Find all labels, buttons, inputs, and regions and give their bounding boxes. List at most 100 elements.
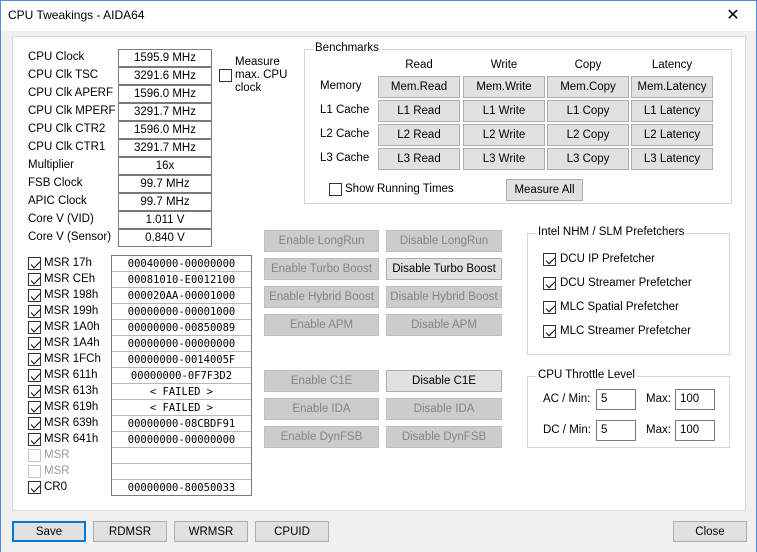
prefetcher-checkbox[interactable]: [543, 253, 556, 266]
feature-enable-button[interactable]: Enable LongRun: [264, 230, 379, 252]
cpu-info-label: CPU Clk APERF: [28, 87, 113, 99]
prefetcher-checkbox[interactable]: [543, 301, 556, 314]
feature-disable-button[interactable]: Disable LongRun: [386, 230, 502, 252]
cpu-info-value: 99.7 MHz: [118, 193, 212, 211]
feature-enable-button[interactable]: Enable C1E: [264, 370, 379, 392]
main-panel: CPU Clock 1595.9 MHz CPU Clk TSC 3291.6 MHz…: [12, 36, 746, 511]
prefetchers-title: Intel NHM / SLM Prefetchers: [536, 226, 687, 238]
msr-checkbox[interactable]: [28, 369, 41, 382]
title-bar[interactable]: CPU Tweakings - AIDA64 ✕: [1, 1, 756, 31]
msr-checkbox[interactable]: [28, 305, 41, 318]
measure-max-label-1: Measure: [235, 56, 280, 68]
cpu-info-value: 3291.6 MHz: [118, 67, 212, 85]
benchmark-button[interactable]: L1 Copy: [547, 100, 629, 122]
ac-min-input[interactable]: 5: [596, 389, 636, 410]
msr-checkbox: [28, 449, 41, 462]
prefetcher-checkbox[interactable]: [543, 277, 556, 290]
benchmark-button[interactable]: L2 Latency: [631, 124, 713, 146]
benchmark-button[interactable]: L2 Write: [463, 124, 545, 146]
feature-enable-button[interactable]: Enable APM: [264, 314, 379, 336]
benchmark-button[interactable]: L2 Copy: [547, 124, 629, 146]
msr-checkbox[interactable]: [28, 321, 41, 334]
save-button[interactable]: Save: [12, 521, 86, 542]
feature-enable-button[interactable]: Enable Turbo Boost: [264, 258, 379, 280]
benchmark-button[interactable]: Mem.Write: [463, 76, 545, 98]
cpuid-button[interactable]: CPUID: [255, 521, 329, 542]
benchmark-column-header: Read: [405, 59, 433, 71]
benchmark-button[interactable]: L1 Read: [378, 100, 460, 122]
benchmark-button[interactable]: L1 Write: [463, 100, 545, 122]
msr-checkbox[interactable]: [28, 417, 41, 430]
msr-label: MSR CEh: [44, 273, 96, 285]
feature-enable-button[interactable]: Enable DynFSB: [264, 426, 379, 448]
cpu-info-label: Multiplier: [28, 159, 75, 171]
measure-max-label-2: max. CPU: [235, 69, 288, 81]
msr-checkbox[interactable]: [28, 385, 41, 398]
rdmsr-button[interactable]: RDMSR: [93, 521, 167, 542]
benchmark-button[interactable]: Mem.Latency: [631, 76, 713, 98]
cpu-info-value: 0.840 V: [118, 229, 212, 247]
msr-label: MSR 611h: [44, 369, 98, 381]
benchmark-button[interactable]: L3 Read: [378, 148, 460, 170]
msr-value: 00000000-00000000: [112, 336, 251, 352]
msr-checkbox[interactable]: [28, 433, 41, 446]
cpu-info-label: Core V (Sensor): [28, 231, 112, 243]
feature-disable-button[interactable]: Disable Turbo Boost: [386, 258, 502, 280]
msr-checkbox[interactable]: [28, 273, 41, 286]
cpu-info-label: CPU Clock: [28, 51, 85, 63]
msr-value: 00000000-0F7F3D2: [112, 368, 251, 384]
msr-label: MSR 1A4h: [44, 337, 100, 349]
msr-checkbox[interactable]: [28, 289, 41, 302]
cpu-info-label: CPU Clk CTR1: [28, 141, 106, 153]
msr-value: 00000000-08CBDF91: [112, 416, 251, 432]
benchmark-button[interactable]: Mem.Copy: [547, 76, 629, 98]
dc-min-input[interactable]: 5: [596, 420, 636, 441]
dc-min-label: DC / Min:: [543, 424, 591, 436]
cpu-info-label: CPU Clk MPERF: [28, 105, 116, 117]
prefetcher-checkbox[interactable]: [543, 325, 556, 338]
benchmark-button[interactable]: L2 Read: [378, 124, 460, 146]
show-running-times-label: Show Running Times: [345, 183, 454, 195]
measure-max-checkbox[interactable]: [219, 69, 232, 82]
cpu-info-label: CPU Clk CTR2: [28, 123, 106, 135]
msr-value: 00000000-80050033: [127, 482, 236, 494]
ac-max-input[interactable]: 100: [675, 389, 715, 410]
benchmark-column-header: Write: [490, 59, 518, 71]
benchmark-column-header: Latency: [651, 59, 693, 71]
show-running-times-checkbox[interactable]: [329, 183, 342, 196]
msr-label: MSR 641h: [44, 433, 99, 445]
msr-checkbox[interactable]: [28, 401, 41, 414]
cpu-info-value: 16x: [118, 157, 212, 175]
msr-checkbox[interactable]: [28, 337, 41, 350]
dc-max-input[interactable]: 100: [675, 420, 715, 441]
dc-max-label: Max:: [646, 424, 671, 436]
msr-value: [112, 464, 251, 480]
feature-disable-button[interactable]: Disable APM: [386, 314, 502, 336]
benchmark-button[interactable]: Mem.Read: [378, 76, 460, 98]
wrmsr-button[interactable]: WRMSR: [174, 521, 248, 542]
feature-disable-button[interactable]: Disable Hybrid Boost: [386, 286, 502, 308]
benchmark-button[interactable]: L3 Latency: [631, 148, 713, 170]
feature-disable-button[interactable]: Disable IDA: [386, 398, 502, 420]
prefetcher-label: DCU Streamer Prefetcher: [560, 277, 692, 289]
feature-enable-button[interactable]: Enable Hybrid Boost: [264, 286, 379, 308]
msr-checkbox[interactable]: [28, 257, 41, 270]
benchmark-button[interactable]: L3 Copy: [547, 148, 629, 170]
msr-checkbox[interactable]: [28, 353, 41, 366]
ac-min-label: AC / Min:: [543, 393, 591, 405]
cpu-info-label: FSB Clock: [28, 177, 83, 189]
benchmark-column-header: Copy: [574, 59, 602, 71]
close-button[interactable]: Close: [673, 521, 747, 542]
cpu-info-label: CPU Clk TSC: [28, 69, 99, 81]
msr-value: < FAILED >: [112, 384, 251, 400]
measure-all-button[interactable]: Measure All: [506, 179, 583, 201]
close-icon[interactable]: ✕: [710, 1, 756, 31]
msr-checkbox[interactable]: [28, 481, 41, 494]
msr-label: MSR 1FCh: [44, 353, 101, 365]
benchmark-button[interactable]: L3 Write: [463, 148, 545, 170]
msr-label: MSR 1A0h: [44, 321, 100, 333]
feature-disable-button[interactable]: Disable C1E: [386, 370, 502, 392]
benchmark-button[interactable]: L1 Latency: [631, 100, 713, 122]
feature-enable-button[interactable]: Enable IDA: [264, 398, 379, 420]
feature-disable-button[interactable]: Disable DynFSB: [386, 426, 502, 448]
